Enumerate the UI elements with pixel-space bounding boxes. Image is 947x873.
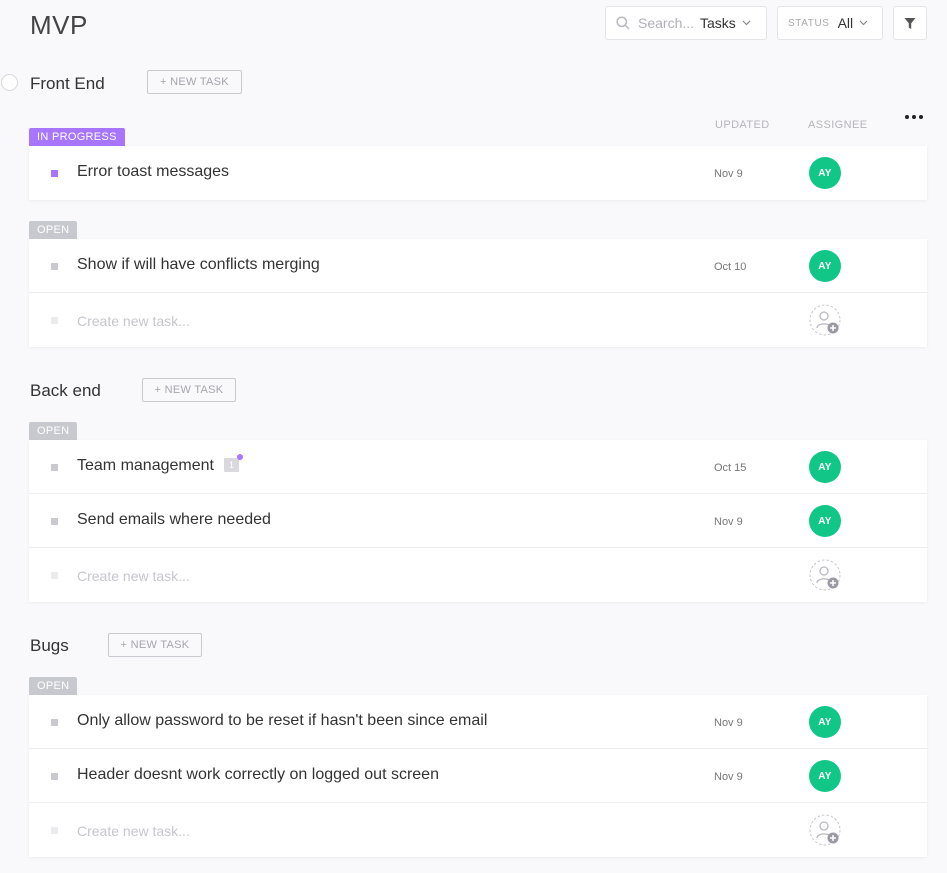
task-group-card: Only allow password to be reset if hasn'…	[29, 695, 927, 857]
task-name[interactable]: Team management 1	[77, 454, 243, 475]
status-tag-open: OPEN	[29, 221, 78, 239]
add-assignee-icon[interactable]	[809, 814, 841, 846]
search-input[interactable]	[638, 15, 694, 31]
new-task-button-back-end[interactable]: + NEW TASK	[142, 378, 236, 402]
task-name[interactable]: Only allow password to be reset if hasn'…	[77, 712, 487, 730]
page-title: MVP	[30, 10, 88, 40]
status-filter-value: All	[837, 15, 854, 31]
task-name[interactable]: Error toast messages	[77, 163, 229, 181]
add-assignee-icon[interactable]	[809, 559, 841, 591]
task-row[interactable]: Error toast messages Nov 9 AY	[29, 146, 927, 200]
task-name[interactable]: Header doesnt work correctly on logged o…	[77, 766, 439, 784]
search-scope-dropdown[interactable]: Tasks	[700, 15, 751, 31]
task-row[interactable]: Only allow password to be reset if hasn'…	[29, 695, 927, 749]
create-task-input[interactable]: Create new task...	[77, 823, 190, 839]
chevron-down-icon	[859, 20, 868, 26]
task-updated-date: Oct 10	[714, 261, 747, 273]
status-tag-in-progress: IN PROGRESS	[29, 128, 125, 146]
search-box[interactable]: Tasks	[605, 6, 767, 40]
column-header-updated[interactable]: UPDATED	[715, 119, 770, 131]
status-square-icon[interactable]	[51, 773, 58, 780]
task-group-card: Error toast messages Nov 9 AY	[29, 146, 927, 200]
task-group-card: Team management 1 Oct 15 AY Send emails w…	[29, 440, 927, 602]
status-square-icon[interactable]	[51, 464, 58, 471]
task-name-text[interactable]: Team management	[77, 457, 214, 474]
assignee-avatar[interactable]: AY	[809, 706, 841, 738]
column-header-assignee[interactable]: ASSIGNEE	[808, 119, 867, 131]
task-row[interactable]: Send emails where needed Nov 9 AY	[29, 494, 927, 548]
search-icon	[616, 16, 630, 30]
more-options-icon[interactable]	[905, 115, 923, 119]
status-square-icon	[51, 572, 58, 579]
search-scope-label: Tasks	[700, 15, 736, 31]
list-title-bugs[interactable]: Bugs	[30, 636, 69, 656]
chevron-down-icon	[742, 20, 751, 26]
task-row[interactable]: Header doesnt work correctly on logged o…	[29, 749, 927, 803]
status-filter-dropdown[interactable]: STATUS All	[777, 6, 883, 40]
comment-count: 1	[228, 460, 234, 470]
create-task-input[interactable]: Create new task...	[77, 568, 190, 584]
add-assignee-icon[interactable]	[809, 304, 841, 336]
status-square-icon	[51, 827, 58, 834]
task-updated-date: Nov 9	[714, 168, 743, 180]
list-title-back-end[interactable]: Back end	[30, 381, 101, 401]
status-tag-open: OPEN	[29, 422, 78, 440]
create-task-row[interactable]: Create new task...	[29, 293, 927, 347]
assignee-avatar[interactable]: AY	[809, 250, 841, 282]
task-updated-date: Nov 9	[714, 516, 743, 528]
task-row[interactable]: Team management 1 Oct 15 AY	[29, 440, 927, 494]
funnel-icon	[904, 17, 916, 29]
filter-button[interactable]	[893, 6, 927, 40]
status-square-icon[interactable]	[51, 263, 58, 270]
status-filter-label: STATUS	[788, 17, 830, 29]
status-square-icon[interactable]	[51, 518, 58, 525]
list-title-front-end[interactable]: Front End	[30, 74, 105, 94]
status-square-icon[interactable]	[51, 170, 58, 177]
task-row[interactable]: Show if will have conflicts merging Oct …	[29, 239, 927, 293]
new-task-button-front-end[interactable]: + NEW TASK	[147, 70, 242, 94]
assignee-avatar[interactable]: AY	[809, 760, 841, 792]
task-name[interactable]: Send emails where needed	[77, 511, 271, 529]
status-tag-open: OPEN	[29, 677, 78, 695]
new-task-button-bugs[interactable]: + NEW TASK	[108, 633, 202, 657]
task-group-card: Show if will have conflicts merging Oct …	[29, 239, 927, 347]
status-square-icon	[51, 317, 58, 324]
status-square-icon[interactable]	[51, 719, 58, 726]
create-task-input[interactable]: Create new task...	[77, 313, 190, 329]
task-updated-date: Oct 15	[714, 462, 747, 474]
task-updated-date: Nov 9	[714, 717, 743, 729]
create-task-row[interactable]: Create new task...	[29, 548, 927, 602]
task-updated-date: Nov 9	[714, 771, 743, 783]
assignee-avatar[interactable]: AY	[809, 157, 841, 189]
unread-dot-icon	[236, 454, 243, 460]
assignee-avatar[interactable]: AY	[809, 451, 841, 483]
task-name[interactable]: Show if will have conflicts merging	[77, 256, 320, 274]
collapse-toggle[interactable]	[1, 74, 18, 91]
create-task-row[interactable]: Create new task...	[29, 803, 927, 857]
comment-count-badge[interactable]: 1	[223, 454, 243, 472]
assignee-avatar[interactable]: AY	[809, 505, 841, 537]
